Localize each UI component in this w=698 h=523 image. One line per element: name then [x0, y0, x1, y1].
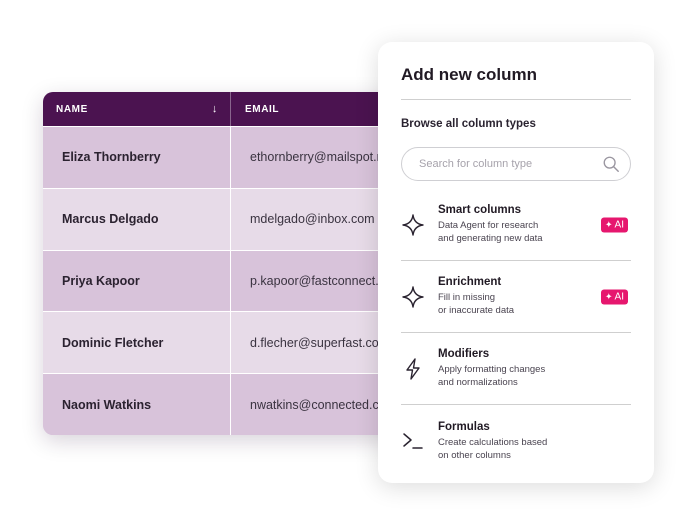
ai-badge-label: AI — [614, 291, 624, 302]
column-type-smart-columns[interactable]: Smart columns Data Agent for research an… — [401, 189, 631, 261]
cell-name[interactable]: Naomi Watkins — [43, 374, 231, 435]
browse-label: Browse all column types — [401, 118, 536, 130]
ai-badge-label: AI — [614, 219, 624, 230]
panel-divider — [401, 99, 631, 100]
column-type-desc-line: and normalizations — [438, 377, 518, 388]
stage: NAME ↓ EMAIL Eliza Thornberry ethornberr… — [0, 0, 698, 523]
column-header-email-label: EMAIL — [245, 103, 280, 115]
sparkle-icon — [402, 213, 424, 236]
add-column-panel: Add new column Browse all column types S… — [378, 42, 654, 483]
column-type-desc-line: and generating new data — [438, 233, 543, 244]
column-type-text: Modifiers Apply formatting changes and n… — [438, 348, 631, 389]
column-type-desc-line: Create calculations based — [438, 436, 548, 448]
column-header-name[interactable]: NAME ↓ — [43, 92, 231, 126]
column-type-description: Apply formatting changes and normalizati… — [438, 363, 631, 389]
cell-name[interactable]: Marcus Delgado — [43, 188, 231, 250]
table-header: NAME ↓ EMAIL — [43, 92, 435, 126]
column-type-list: Smart columns Data Agent for research an… — [401, 189, 631, 477]
column-type-enrichment[interactable]: Enrichment Fill in missing or inaccurate… — [401, 261, 631, 333]
panel-title: Add new column — [401, 65, 537, 84]
column-type-title: Modifiers — [438, 348, 490, 360]
cell-name[interactable]: Eliza Thornberry — [43, 127, 231, 188]
column-type-desc-line: Apply formatting changes — [438, 364, 546, 375]
column-type-title: Formulas — [438, 420, 490, 433]
column-type-title: Smart columns — [438, 204, 522, 216]
table-row[interactable]: Priya Kapoor p.kapoor@fastconnect.com — [43, 249, 435, 312]
cell-name[interactable]: Priya Kapoor — [43, 250, 231, 312]
column-type-text: Formulas Create calculations based on ot… — [438, 421, 631, 462]
ai-star-icon: ✦ — [605, 291, 613, 301]
search-icon[interactable] — [602, 155, 620, 173]
sparkle-icon — [402, 285, 424, 308]
column-type-desc-line: or inaccurate data — [438, 305, 515, 316]
search-input[interactable] — [419, 158, 599, 170]
column-type-desc-line: on other columns — [438, 449, 511, 461]
ai-badge: ✦ AI — [601, 289, 628, 304]
data-table: NAME ↓ EMAIL Eliza Thornberry ethornberr… — [43, 92, 435, 435]
terminal-icon — [403, 433, 423, 449]
column-header-name-label: NAME — [56, 103, 88, 115]
table-row[interactable]: Eliza Thornberry ethornberry@mailspot.ne… — [43, 126, 435, 188]
ai-star-icon: ✦ — [605, 219, 613, 229]
search-box[interactable] — [401, 147, 631, 181]
column-type-modifiers[interactable]: Modifiers Apply formatting changes and n… — [401, 333, 631, 405]
lightning-icon — [406, 357, 420, 380]
cell-name[interactable]: Dominic Fletcher — [43, 312, 231, 374]
table-row[interactable]: Dominic Fletcher d.flecher@superfast.com — [43, 311, 435, 374]
table-row[interactable]: Marcus Delgado mdelgado@inbox.com — [43, 187, 435, 250]
sort-down-icon[interactable]: ↓ — [212, 103, 218, 115]
table-row[interactable]: Naomi Watkins nwatkins@connected.com — [43, 373, 435, 435]
column-type-description: Create calculations based on other colum… — [438, 436, 631, 462]
column-type-title: Enrichment — [438, 276, 502, 288]
ai-badge: ✦ AI — [601, 217, 628, 232]
column-type-formulas[interactable]: Formulas Create calculations based on ot… — [401, 405, 631, 477]
